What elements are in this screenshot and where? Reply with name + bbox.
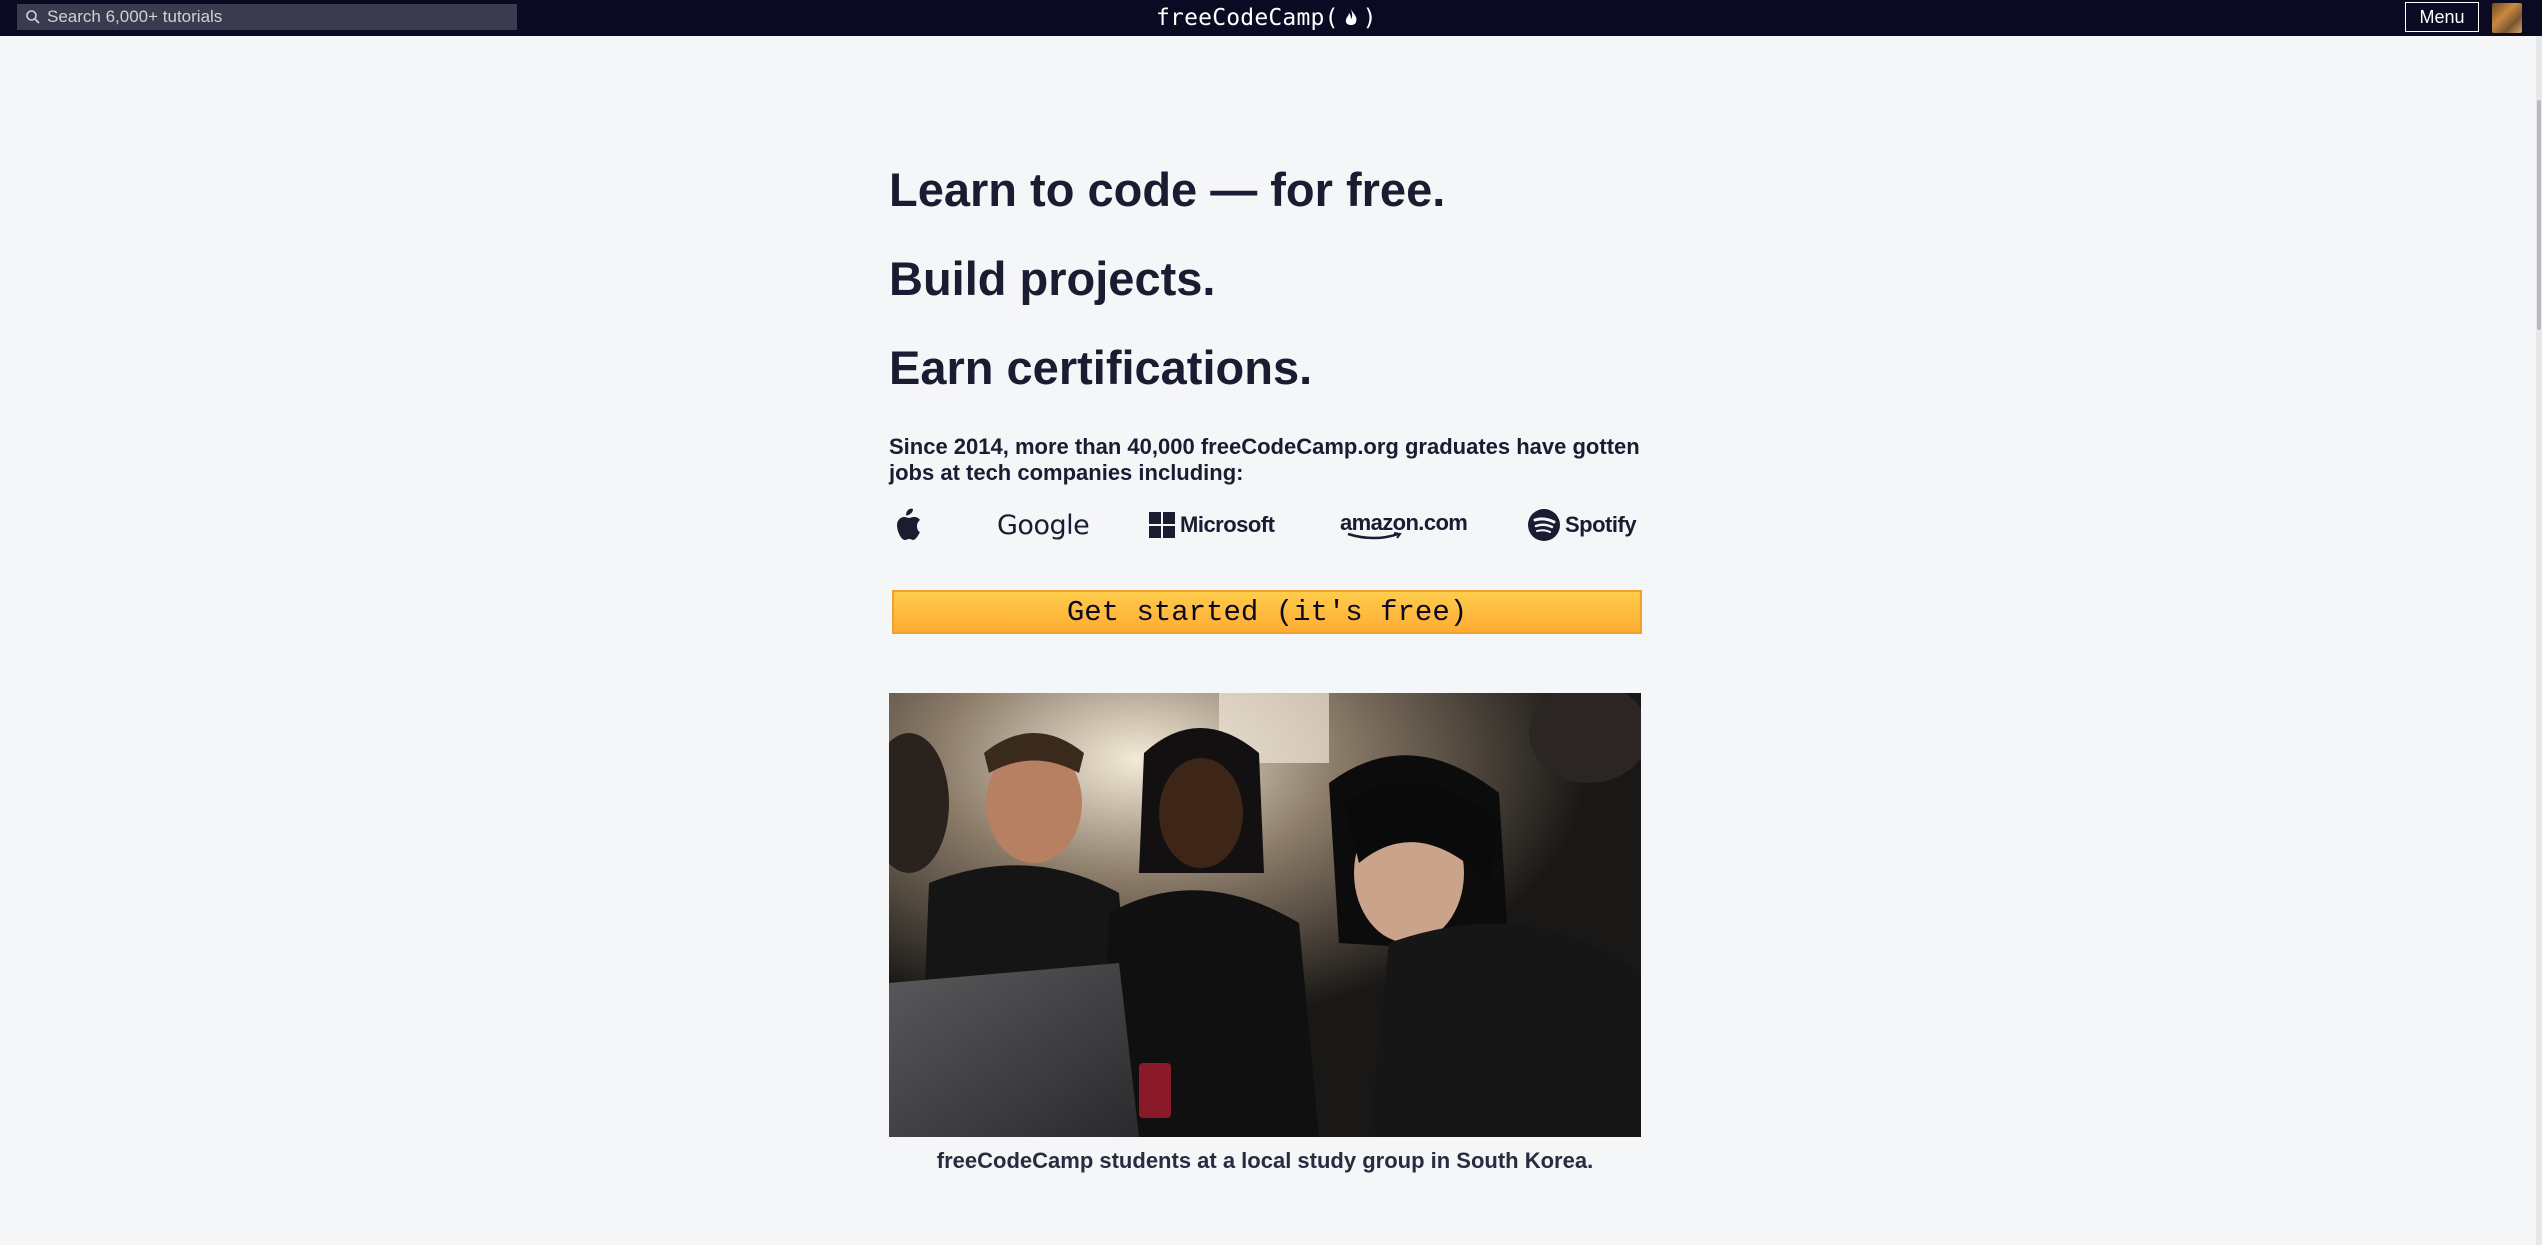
menu-button[interactable]: Menu	[2405, 2, 2479, 32]
freecodecamp-logo[interactable]: freeCodeCamp( )	[1156, 2, 1377, 34]
amazon-logo: amazon.com	[1340, 500, 1468, 550]
scrollbar-thumb[interactable]	[2537, 100, 2541, 330]
company-logos: Google Microsoft amazon.com Spotify	[889, 500, 1641, 550]
search-input[interactable]: Search 6,000+ tutorials	[47, 7, 222, 27]
study-group-photo	[889, 693, 1641, 1137]
microsoft-icon	[1149, 512, 1175, 538]
microsoft-logo: Microsoft	[1149, 500, 1275, 550]
spotify-logo: Spotify	[1527, 500, 1637, 550]
search-icon	[26, 10, 40, 24]
apple-icon	[897, 508, 920, 540]
study-group-image	[889, 693, 1641, 1137]
spotify-icon	[1528, 509, 1560, 541]
amazon-smile-icon	[1347, 532, 1402, 540]
spotify-label: Spotify	[1565, 512, 1637, 537]
headline-earn: Earn certifications.	[889, 341, 1313, 394]
microsoft-label: Microsoft	[1180, 512, 1275, 537]
search-bar[interactable]: Search 6,000+ tutorials	[17, 4, 517, 30]
google-logo: Google	[997, 509, 1090, 541]
logo-text-left: freeCodeCamp(	[1156, 5, 1339, 31]
get-started-button[interactable]: Get started (it's free)	[892, 590, 1642, 634]
headline-learn: Learn to code — for free.	[889, 163, 1446, 216]
graduates-subtitle: Since 2014, more than 40,000 freeCodeCam…	[889, 434, 1640, 485]
photo-caption: freeCodeCamp students at a local study g…	[936, 1148, 1594, 1173]
flame-icon	[1345, 9, 1357, 25]
top-navbar: Search 6,000+ tutorials freeCodeCamp( ) …	[0, 0, 2542, 36]
apple-logo	[893, 500, 923, 550]
logo-text-right: )	[1362, 5, 1377, 31]
user-avatar[interactable]	[2492, 3, 2522, 33]
headline-build: Build projects.	[889, 252, 1216, 305]
